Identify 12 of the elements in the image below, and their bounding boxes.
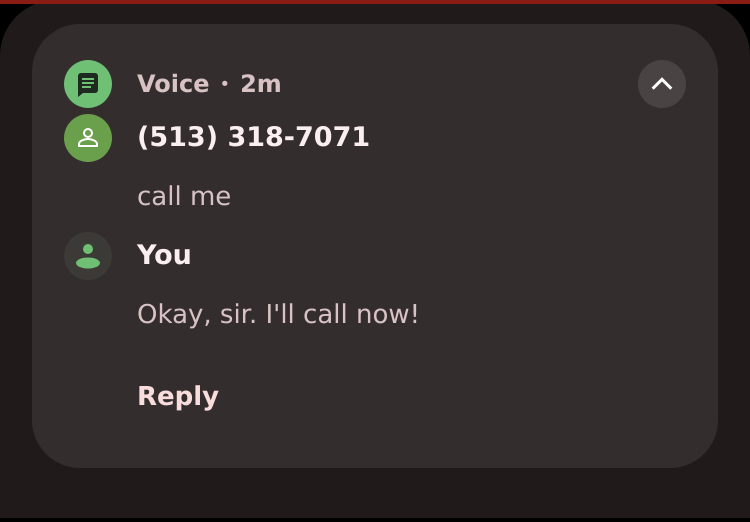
collapse-button[interactable] (638, 60, 686, 108)
app-name: Voice (137, 70, 210, 98)
message-icon (64, 60, 112, 108)
message-text: Okay, sir. I'll call now! (137, 300, 420, 330)
message-text: call me (137, 182, 232, 212)
reply-button[interactable]: Reply (137, 382, 220, 412)
timestamp: 2m (240, 70, 282, 98)
person-avatar-icon (64, 232, 112, 280)
separator-dot: • (219, 74, 230, 94)
sender-name: (513) 318-7071 (137, 122, 370, 153)
sender-name: You (137, 240, 192, 271)
contact-avatar-icon (64, 114, 112, 162)
